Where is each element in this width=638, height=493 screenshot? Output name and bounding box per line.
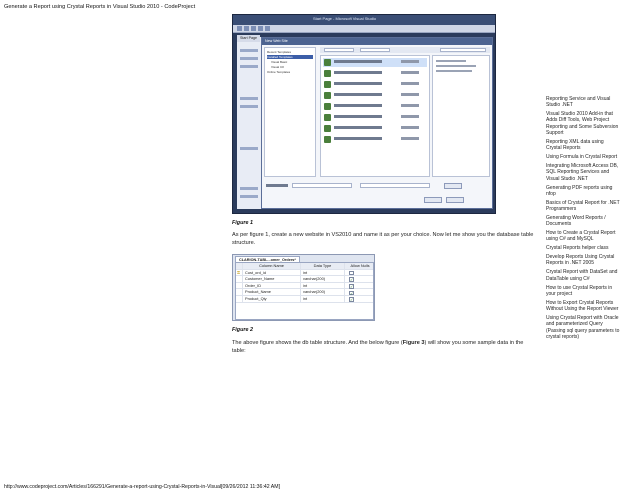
list-item bbox=[323, 80, 427, 89]
paragraph-2-text: The above figure shows the db table stru… bbox=[232, 340, 403, 346]
allow-nulls-checkbox[interactable]: ✓ bbox=[349, 290, 354, 296]
column-header: Column Name bbox=[243, 263, 301, 270]
vs-new-website-screenshot: Start Page - Microsoft Visual Studio Sta… bbox=[232, 14, 496, 214]
data-type-cell: int bbox=[301, 296, 345, 303]
related-article-link[interactable]: How to Export Crystal Reports Without Us… bbox=[546, 300, 620, 313]
new-file-icon bbox=[237, 26, 242, 31]
data-type-cell: varchar(200) bbox=[301, 276, 345, 283]
allow-nulls-checkbox[interactable]: ✓ bbox=[349, 277, 354, 282]
paragraph-2: The above figure shows the db table stru… bbox=[232, 339, 537, 355]
related-article-link[interactable]: How to use Crystal Reports in your proje… bbox=[546, 285, 620, 298]
template-item: Visual C# bbox=[271, 65, 284, 69]
list-item bbox=[323, 58, 427, 67]
list-item bbox=[323, 124, 427, 133]
list-item bbox=[323, 91, 427, 100]
grid-header-row: Column Name Data Type Allow Nulls bbox=[236, 263, 373, 270]
related-article-link[interactable]: Generating PDF reports using nfop bbox=[546, 185, 620, 198]
allow-nulls-checkbox[interactable]: ✓ bbox=[349, 297, 354, 302]
column-name-cell: Order_ID bbox=[243, 282, 301, 290]
location-fields bbox=[264, 180, 490, 206]
primary-key-icon: ⚿ bbox=[237, 269, 241, 275]
column-grid: Column Name Data Type Allow Nulls ⚿ Cust_… bbox=[235, 262, 374, 320]
framework-filter-bar bbox=[320, 47, 490, 53]
related-article-link[interactable]: Reporting XML data using Crystal Reports bbox=[546, 139, 620, 152]
redo-icon bbox=[265, 26, 270, 31]
vs-menubar: Start Page - Microsoft Visual Studio bbox=[233, 15, 495, 25]
related-article-link[interactable]: Reporting Service and Visual Studio .NET bbox=[546, 96, 620, 109]
list-item bbox=[323, 102, 427, 111]
new-website-dialog: New Web Site Recent Templates Installed … bbox=[261, 37, 493, 209]
vs-toolbar bbox=[233, 25, 495, 33]
related-article-link[interactable]: Generating Word Reports / Documents bbox=[546, 215, 620, 228]
open-file-icon bbox=[244, 26, 249, 31]
list-item bbox=[323, 69, 427, 78]
column-name-cell: Product_Name bbox=[243, 289, 301, 296]
column-name-cell: Customer_Name bbox=[243, 276, 301, 283]
template-item: Online Templates bbox=[267, 70, 291, 74]
related-articles-sidebar: Reporting Service and Visual Studio .NET… bbox=[546, 96, 620, 343]
page-footer-url: http://www.codeproject.com/Articles/1662… bbox=[4, 484, 281, 490]
related-article-link[interactable]: Crystal Report with DataSet and DataTabl… bbox=[546, 269, 620, 282]
table-row: Product_Qty int ✓ bbox=[236, 296, 373, 303]
related-article-link[interactable]: Basics of Crystal Report for .NET Progra… bbox=[546, 200, 620, 213]
related-article-link[interactable]: Visual Studio 2010 Add-in that Adds Diff… bbox=[546, 111, 620, 136]
table-structure-screenshot: CLARION-TABL...omer_Orders* Column Name … bbox=[232, 254, 375, 321]
template-item: Installed Templates bbox=[267, 55, 313, 59]
figure-3-reference: Figure 3 bbox=[402, 340, 425, 346]
related-article-link[interactable]: Develop Reports Using Crystal Reports in… bbox=[546, 254, 620, 267]
related-article-link[interactable]: Using Crystal Report with Oracle and par… bbox=[546, 315, 620, 340]
column-name-cell: Cust_ord_id bbox=[243, 269, 301, 277]
vs-window-title: Start Page - Microsoft Visual Studio bbox=[313, 16, 377, 21]
page-title: Generate a Report using Crystal Reports … bbox=[4, 4, 196, 10]
project-template-list bbox=[320, 55, 430, 177]
template-item: Recent Templates bbox=[267, 50, 291, 54]
column-name-cell: Product_Qty bbox=[243, 296, 301, 303]
undo-icon bbox=[258, 26, 263, 31]
paragraph-1: As per figure 1, create a new website in… bbox=[232, 232, 534, 246]
dialog-title: New Web Site bbox=[262, 38, 492, 45]
vs-start-page-pane: Start Page bbox=[237, 35, 261, 209]
figure-1-caption: Figure 1 bbox=[232, 220, 253, 226]
template-item: Visual Basic bbox=[271, 60, 288, 64]
figure-2-caption: Figure 2 bbox=[232, 327, 253, 333]
list-item bbox=[323, 135, 427, 144]
related-article-link[interactable]: Crystal Reports helper class bbox=[546, 245, 620, 251]
column-header: Data Type bbox=[301, 263, 345, 270]
related-article-link[interactable]: Integrating Microsoft Access DB, SQL Rep… bbox=[546, 163, 620, 182]
allow-nulls-checkbox[interactable] bbox=[349, 270, 354, 276]
template-tree: Recent Templates Installed Templates Vis… bbox=[264, 47, 316, 177]
column-header: Allow Nulls bbox=[350, 263, 370, 268]
data-type-cell: int bbox=[301, 282, 345, 290]
table-row: Order_ID int ✓ bbox=[236, 282, 373, 290]
data-type-cell: varchar(200) bbox=[301, 289, 345, 296]
related-article-link[interactable]: How to Create a Crystal Report using C# … bbox=[546, 230, 620, 243]
table-row: ⚿ Cust_ord_id int bbox=[236, 269, 373, 277]
data-type-cell: int bbox=[301, 269, 345, 277]
vs-start-page-tab: Start Page bbox=[237, 35, 260, 42]
table-row: Product_Name varchar(200) ✓ bbox=[236, 289, 373, 296]
allow-nulls-checkbox[interactable]: ✓ bbox=[349, 284, 354, 289]
save-icon bbox=[251, 26, 256, 31]
list-item bbox=[323, 113, 427, 122]
related-article-link[interactable]: Using Formula in Crystal Report bbox=[546, 154, 620, 160]
table-row: Customer_Name varchar(200) ✓ bbox=[236, 276, 373, 283]
template-description-pane bbox=[432, 55, 490, 177]
